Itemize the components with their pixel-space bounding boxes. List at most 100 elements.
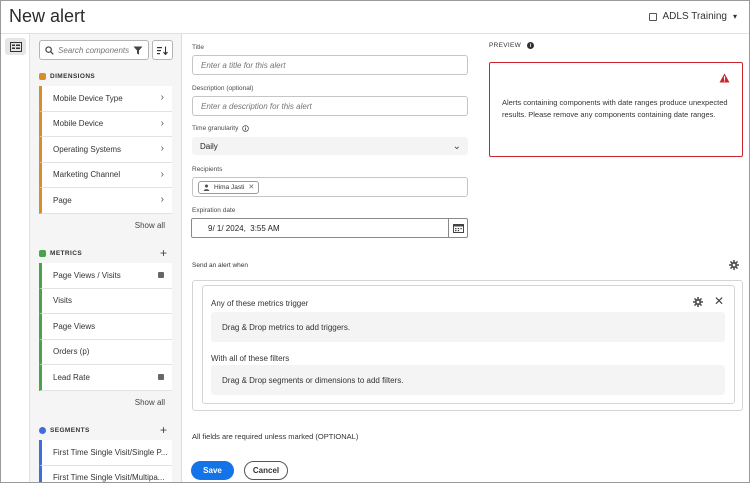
recipient-name: Hima Jasti xyxy=(214,183,245,191)
org-name: ADLS Training xyxy=(662,11,727,22)
segments-list: First Time Single Visit/Single P... Firs… xyxy=(39,440,172,483)
segment-icon xyxy=(39,427,46,434)
page-title: New alert xyxy=(9,6,86,26)
user-icon xyxy=(203,183,210,191)
chevron-right-icon: › xyxy=(160,168,164,180)
components-icon xyxy=(9,41,22,52)
gear-icon[interactable] xyxy=(729,260,739,270)
metrics-list: Page Views / Visits Visits Page Views Or… xyxy=(39,263,172,391)
chevron-right-icon: › xyxy=(160,143,164,154)
title-field[interactable] xyxy=(192,55,468,75)
list-item[interactable]: Visits xyxy=(39,288,172,314)
chevron-down-icon: ⌄ xyxy=(452,141,461,152)
item-label: Page xyxy=(53,195,72,205)
list-item[interactable]: First Time Single Visit/Multipa... xyxy=(39,465,172,483)
list-item[interactable]: Page › xyxy=(39,188,172,214)
item-label: Mobile Device Type xyxy=(53,93,123,103)
title-input[interactable] xyxy=(201,60,467,70)
item-label: Visits xyxy=(53,296,72,306)
chevron-right-icon: › xyxy=(160,117,164,129)
item-label: First Time Single Visit/Single P... xyxy=(53,447,168,457)
calendar-icon xyxy=(452,224,464,233)
item-label: Mobile Device xyxy=(53,119,104,129)
list-item[interactable]: Page Views xyxy=(39,314,172,340)
calendar-button[interactable] xyxy=(448,219,467,237)
organization-icon xyxy=(648,12,657,21)
recipient-tag[interactable]: Hima Jasti ✕ xyxy=(198,180,260,194)
search-icon xyxy=(45,45,54,55)
item-label: Marketing Channel xyxy=(53,170,121,180)
list-item[interactable]: Page Views / Visits xyxy=(39,263,172,289)
dimensions-show-all[interactable]: Show all xyxy=(135,221,165,230)
segments-heading-label: SEGMENTS xyxy=(50,427,90,434)
filter-icon[interactable] xyxy=(133,46,143,55)
granularity-value: Daily xyxy=(200,141,218,151)
calculated-metric-icon xyxy=(158,374,164,380)
required-note: All fields are required unless marked (O… xyxy=(192,432,359,441)
trigger-group: Any of these metrics trigger ✕ Drag & Dr… xyxy=(202,285,735,404)
close-icon[interactable]: ✕ xyxy=(714,294,724,308)
description-label: Description (optional) xyxy=(192,85,254,92)
search-input[interactable] xyxy=(58,45,130,55)
item-label: Orders (p) xyxy=(53,347,90,357)
gear-icon[interactable] xyxy=(693,297,703,307)
metrics-heading: METRICS xyxy=(39,250,82,257)
dimensions-heading-label: DIMENSIONS xyxy=(50,73,96,80)
sort-button[interactable] xyxy=(152,40,173,60)
recipients-label: Recipients xyxy=(192,166,223,173)
metrics-drop-zone[interactable]: Drag & Drop metrics to add triggers. xyxy=(211,312,725,342)
app-window: New alert ADLS Training ▾ Search compone… xyxy=(0,0,750,483)
components-panel-button[interactable] xyxy=(5,38,26,55)
item-label: Page Views / Visits xyxy=(53,270,121,280)
item-label: Lead Rate xyxy=(53,372,90,382)
alert-conditions-box: Any of these metrics trigger ✕ Drag & Dr… xyxy=(192,280,743,411)
alert-icon xyxy=(719,73,730,83)
description-input[interactable] xyxy=(201,101,467,111)
dimensions-heading: DIMENSIONS xyxy=(39,73,95,80)
save-button[interactable]: Save xyxy=(191,461,234,480)
list-item[interactable]: Orders (p) xyxy=(39,339,172,365)
add-segment-button[interactable]: + xyxy=(160,424,167,436)
granularity-select[interactable]: Daily ⌄ xyxy=(192,137,468,155)
dimensions-list: Mobile Device Type › Mobile Device › Opera… xyxy=(39,86,172,214)
page-header: New alert ADLS Training ▾ xyxy=(1,1,749,34)
metrics-show-all[interactable]: Show all xyxy=(135,398,165,407)
list-item[interactable]: Marketing Channel › xyxy=(39,162,172,188)
filters-drop-zone[interactable]: Drag & Drop segments or dimensions to ad… xyxy=(211,365,725,395)
info-icon[interactable] xyxy=(242,125,250,132)
list-item[interactable]: Mobile Device Type › xyxy=(39,86,172,112)
chevron-right-icon: › xyxy=(160,92,164,103)
org-switcher[interactable]: ADLS Training ▾ xyxy=(648,11,737,22)
metrics-trigger-title: Any of these metrics trigger xyxy=(211,299,309,308)
list-item[interactable]: First Time Single Visit/Single P... xyxy=(39,440,172,466)
title-label: Title xyxy=(192,44,205,51)
item-label: First Time Single Visit/Multipa... xyxy=(53,473,165,483)
preview-heading: PREVIEW i xyxy=(489,42,535,49)
description-field[interactable] xyxy=(192,96,468,116)
component-search[interactable] xyxy=(39,40,149,60)
list-item[interactable]: Mobile Device › xyxy=(39,111,172,137)
item-label: Page Views xyxy=(53,321,96,331)
remove-recipient-icon[interactable]: ✕ xyxy=(248,183,254,191)
sort-icon xyxy=(157,46,168,55)
list-item[interactable]: Operating Systems › xyxy=(39,137,172,163)
components-panel: DIMENSIONS Mobile Device Type › Mobile De… xyxy=(30,34,182,483)
preview-panel: Alerts containing components with date r… xyxy=(489,62,743,157)
left-rail xyxy=(1,34,30,482)
metrics-heading-label: METRICS xyxy=(50,250,83,257)
metric-icon xyxy=(39,250,46,257)
chevron-down-icon: ▾ xyxy=(732,12,737,21)
info-icon[interactable]: i xyxy=(527,42,535,49)
cancel-button[interactable]: Cancel xyxy=(244,461,288,480)
recipients-field[interactable]: Hima Jasti ✕ xyxy=(192,177,468,197)
granularity-label: Time granularity xyxy=(192,125,250,132)
preview-label: PREVIEW xyxy=(489,42,522,49)
expiration-date-field[interactable]: 9/ 1/ 2024, 3:55 AM xyxy=(191,218,468,238)
granularity-label-text: Time granularity xyxy=(192,125,239,132)
expiration-label: Expiration date xyxy=(192,207,236,214)
preview-message: Alerts containing components with date r… xyxy=(502,98,728,119)
list-item[interactable]: Lead Rate xyxy=(39,365,172,391)
calculated-metric-icon xyxy=(158,272,164,278)
item-label: Operating Systems xyxy=(53,144,122,154)
add-metric-button[interactable]: + xyxy=(160,247,167,259)
